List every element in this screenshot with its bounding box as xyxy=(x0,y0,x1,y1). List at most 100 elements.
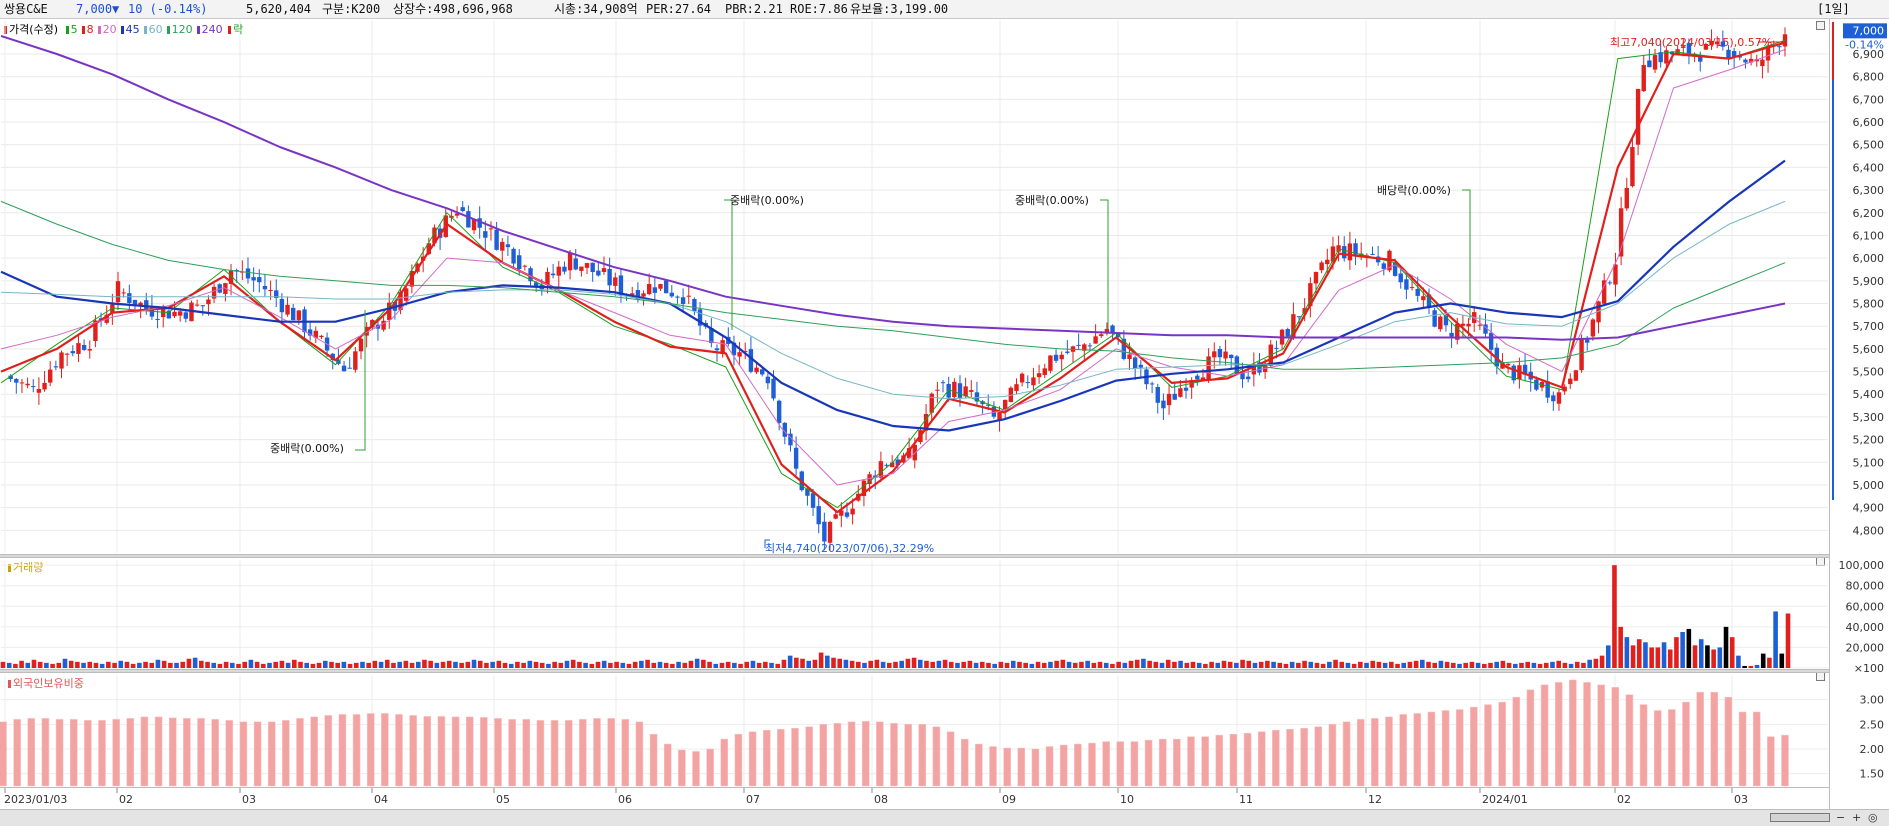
date-tick-label: 2023/01/03 xyxy=(4,793,67,806)
foreign-bar xyxy=(508,719,516,787)
volume-bar xyxy=(558,662,564,668)
volume-bar xyxy=(124,661,130,668)
candle-body xyxy=(1019,373,1025,383)
volume-bar xyxy=(1674,637,1679,668)
price-tick-label: 5,500 xyxy=(1853,366,1885,379)
foreign-bar xyxy=(1229,733,1238,787)
volume-bar xyxy=(515,661,520,668)
candle-body xyxy=(545,271,550,285)
foreign-bar xyxy=(1653,710,1662,787)
volume-bar xyxy=(1729,637,1735,668)
candle-body xyxy=(613,277,618,286)
volume-bar xyxy=(112,662,117,668)
candle-body xyxy=(1048,355,1053,371)
volume-bar xyxy=(1531,662,1537,668)
volume-bar xyxy=(1085,660,1090,668)
foreign-bar xyxy=(69,719,78,787)
foreign-bar xyxy=(1144,739,1153,787)
volume-bar xyxy=(137,662,142,668)
candle-body xyxy=(290,307,296,321)
volume-bar xyxy=(1382,662,1388,668)
candle-body xyxy=(262,285,268,290)
volume-bar xyxy=(99,663,105,668)
foreign-bar xyxy=(352,714,361,787)
volume-bar xyxy=(484,662,489,668)
volume-bar xyxy=(1698,639,1704,668)
price-tick-label: 5,900 xyxy=(1853,275,1885,288)
foreign-bar xyxy=(522,719,531,787)
volume-bar xyxy=(1314,662,1320,668)
candle-body xyxy=(1449,332,1454,337)
volume-bar xyxy=(372,660,378,668)
volume-bar xyxy=(261,663,266,668)
price-badge-value: 7,000 xyxy=(1853,24,1885,37)
candle-body xyxy=(567,252,573,271)
candle-body xyxy=(194,304,200,306)
volume-bar xyxy=(415,661,421,668)
volume-bar xyxy=(1277,662,1283,668)
candle-body xyxy=(115,281,121,303)
candle-body xyxy=(1590,319,1596,337)
foreign-bar xyxy=(381,713,389,787)
candle-body xyxy=(573,258,578,270)
volume-bar xyxy=(1153,661,1159,668)
price-tick-label: 4,800 xyxy=(1853,524,1885,537)
candle-body xyxy=(878,461,884,478)
candle-body xyxy=(844,512,850,517)
volume-bar xyxy=(1593,658,1599,668)
volume-bar xyxy=(1010,660,1016,668)
date-tick-label: 02 xyxy=(119,793,133,806)
foreign-bar xyxy=(1215,734,1224,787)
foreign-tick-label: 2.50 xyxy=(1860,718,1885,731)
foreign-bar xyxy=(706,748,714,787)
volume-bar xyxy=(756,662,762,668)
chart-canvas[interactable]: 4,800 4,900 5,000 5,100 5,200 5,300 5,400 5,500… xyxy=(0,0,1889,826)
volume-bar xyxy=(961,661,966,668)
foreign-bar xyxy=(112,719,120,787)
candle-body xyxy=(556,266,561,276)
candle-body xyxy=(460,207,465,212)
volume-bar xyxy=(19,660,24,668)
price-tick-label: 5,600 xyxy=(1853,343,1885,356)
volume-bar xyxy=(1395,663,1400,668)
volume-bar xyxy=(1246,660,1252,668)
volume-bar xyxy=(1773,611,1778,668)
foreign-bar xyxy=(1201,736,1209,787)
price-tick-label: 5,100 xyxy=(1853,456,1885,469)
date-tick-label: 03 xyxy=(242,793,256,806)
volume-bar xyxy=(1066,661,1072,668)
foreign-bar xyxy=(310,716,318,787)
volume-bar xyxy=(533,661,539,668)
candle-body xyxy=(1342,246,1347,259)
volume-bar xyxy=(1376,661,1382,668)
candle-body xyxy=(1217,349,1223,358)
foreign-bar xyxy=(663,743,672,787)
candle-body xyxy=(319,335,324,338)
volume-bar xyxy=(1451,662,1456,668)
candle-body xyxy=(579,266,584,271)
foreign-bar xyxy=(1314,726,1323,787)
volume-bar xyxy=(942,659,948,668)
candle-body xyxy=(957,383,963,398)
volume-bar xyxy=(1506,662,1512,668)
volume-bar xyxy=(1048,661,1053,668)
volume-bar xyxy=(205,661,210,668)
volume-bar xyxy=(62,658,68,668)
candle-body xyxy=(48,369,53,383)
foreign-bar xyxy=(692,751,700,787)
volume-bar xyxy=(1060,659,1066,668)
volume-tick-label: 100,000 xyxy=(1839,559,1885,572)
volume-bar xyxy=(564,660,570,668)
volume-bar xyxy=(1413,660,1419,668)
date-tick-label: 11 xyxy=(1239,793,1253,806)
volume-bar xyxy=(1333,659,1338,668)
price-tick-label: 6,800 xyxy=(1853,71,1885,84)
volume-bar xyxy=(1023,662,1028,668)
volume-bar xyxy=(732,662,737,668)
candle-body xyxy=(177,311,183,316)
date-tick-label: 08 xyxy=(874,793,888,806)
volume-bar xyxy=(868,660,874,668)
volume-bar xyxy=(1444,661,1450,668)
foreign-bar xyxy=(183,718,191,787)
candle-body xyxy=(1404,279,1409,290)
